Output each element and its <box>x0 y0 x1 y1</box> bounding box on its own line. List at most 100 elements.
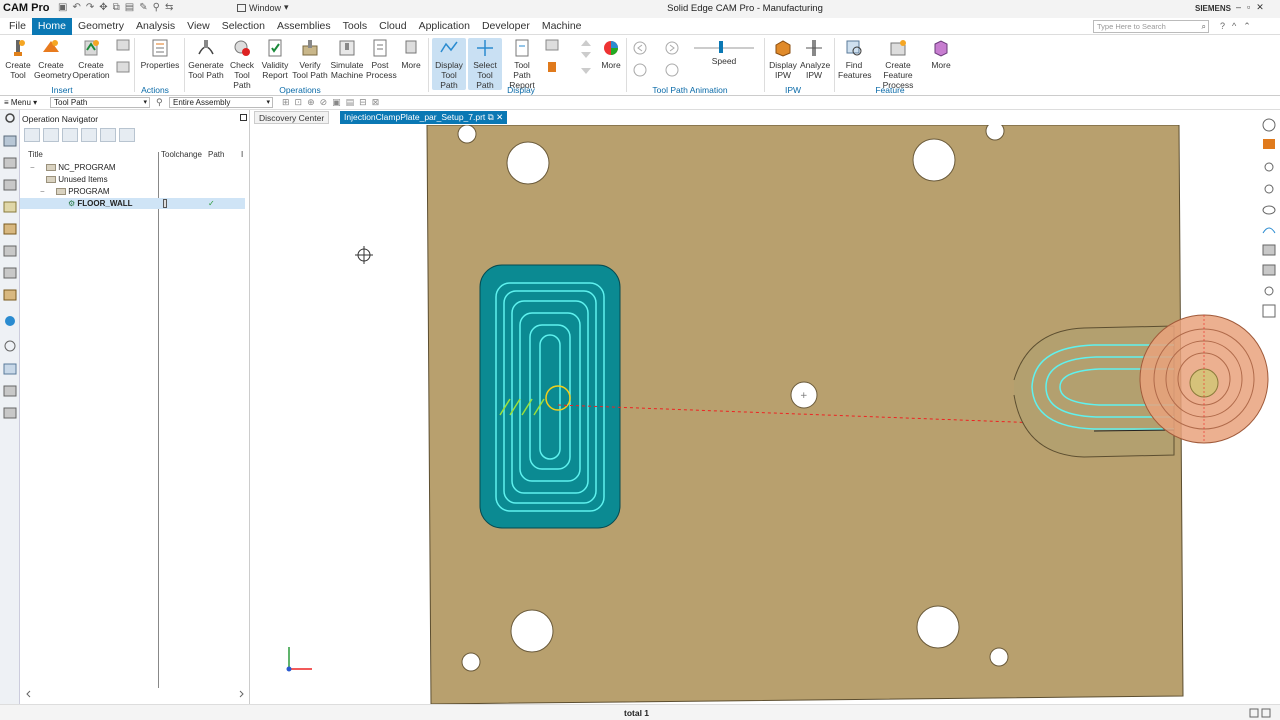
tree-item-program[interactable]: − PROGRAM <box>20 186 245 197</box>
collapse-ribbon-icon[interactable]: ^ <box>1232 21 1236 32</box>
geometry-view-icon[interactable] <box>62 128 78 142</box>
tab-part-file[interactable]: InjectionClampPlate_par_Setup_7.prt ⧉ ✕ <box>340 111 508 124</box>
tree-item-floor-wall[interactable]: ⚙ FLOOR_WALL ✓ <box>20 198 245 209</box>
external-icon[interactable]: ⧉ <box>488 112 494 122</box>
vendor-logo: SIEMENS <box>1195 4 1232 13</box>
navigator-title: Operation Navigator <box>22 114 99 124</box>
simulate-machine-button[interactable]: Simulate Machine <box>330 38 364 80</box>
chevron-up-icon[interactable]: ⌃ <box>1243 21 1251 32</box>
menu-file[interactable]: File <box>3 18 32 35</box>
feature-view-icon[interactable] <box>100 128 116 142</box>
tool-icon <box>8 38 28 58</box>
help-icon[interactable]: ? <box>1220 21 1225 32</box>
method-view-icon[interactable] <box>81 128 97 142</box>
horizontal-scrollbar[interactable] <box>26 690 244 698</box>
help-icons: ? ^ ⌃ <box>1220 21 1251 32</box>
display-tool-path-button[interactable]: Display Tool Path <box>432 38 466 90</box>
properties-icon <box>150 38 170 58</box>
create-tool-button[interactable]: Create Tool <box>4 38 32 80</box>
crosshair-icon <box>355 246 373 264</box>
window-title: Solid Edge CAM Pro - Manufacturing <box>667 3 823 14</box>
create-operation-button[interactable]: Create Operation <box>72 38 110 80</box>
close-icon[interactable]: ✕ <box>496 112 503 122</box>
program-view-icon[interactable] <box>24 128 40 142</box>
search-input[interactable]: Type Here to Search ⌕ <box>1093 20 1209 33</box>
pocket-region <box>479 264 621 529</box>
group-operations: Operations <box>279 85 321 95</box>
tree-item-nc-program[interactable]: − NC_PROGRAM <box>20 162 245 173</box>
operation-icon <box>81 38 101 58</box>
collapse-icon[interactable]: − <box>40 186 45 197</box>
menu-analysis[interactable]: Analysis <box>130 18 181 35</box>
find-features-button[interactable]: Find Features <box>838 38 872 80</box>
group-display: Display <box>507 85 535 95</box>
display-extra-button[interactable] <box>542 38 562 72</box>
group-actions: Actions <box>141 85 169 95</box>
verify-tool-path-button[interactable]: Verify Tool Path <box>292 38 328 80</box>
more-display-button[interactable]: More <box>598 38 624 70</box>
properties-button[interactable]: Properties <box>140 38 180 70</box>
snap-icons[interactable]: ⊞⊡⊕⊘▣▤⊟⊠ <box>282 97 384 108</box>
restore-icon[interactable]: ▫ <box>1247 2 1250 13</box>
column-truncated[interactable]: I <box>241 150 243 159</box>
ribbon: Create Tool Create Geometry Create Opera… <box>0 35 1280 96</box>
type-filter-dropdown[interactable]: Tool Path ▾ <box>50 97 150 108</box>
play-icon <box>1262 118 1276 132</box>
menu-button[interactable]: ≡ Menu ▾ <box>4 98 37 107</box>
svg-text:+: + <box>800 391 808 401</box>
post-process-button[interactable]: Post Process <box>366 38 397 80</box>
feature-process-icon <box>888 38 908 58</box>
more-feature-button[interactable]: More <box>928 38 954 70</box>
menu-view[interactable]: View <box>181 18 216 35</box>
minimize-icon[interactable]: – <box>1236 2 1241 13</box>
hole <box>912 138 956 182</box>
pin-icon[interactable] <box>240 114 247 121</box>
insert-extra-button[interactable] <box>113 38 131 73</box>
create-geometry-button[interactable]: Create Geometry <box>34 38 71 80</box>
cube-icon <box>931 38 951 58</box>
select-tool-path-button[interactable]: Select Tool Path <box>468 38 502 90</box>
check-tool-path-button[interactable]: Check Tool Path <box>226 38 258 90</box>
close-icon[interactable]: ✕ <box>1256 2 1264 13</box>
column-toolchange[interactable]: Toolchange <box>161 150 202 159</box>
menu-application[interactable]: Application <box>413 18 476 35</box>
filter-icon[interactable]: ⚲ <box>156 97 163 108</box>
menu-cloud[interactable]: Cloud <box>373 18 412 35</box>
status-bar: total 1 <box>0 704 1280 720</box>
scope-dropdown[interactable]: Entire Assembly ▾ <box>169 97 273 108</box>
menu-selection[interactable]: Selection <box>216 18 271 35</box>
generate-path-icon <box>196 38 216 58</box>
machine-view-icon[interactable] <box>43 128 59 142</box>
tab-discovery-center[interactable]: Discovery Center <box>254 111 330 124</box>
more-operations-button[interactable]: More <box>398 38 424 70</box>
menu-developer[interactable]: Developer <box>476 18 536 35</box>
create-feature-process-button[interactable]: Create Feature Process <box>872 38 924 90</box>
filter-icon <box>542 38 562 72</box>
menu-assemblies[interactable]: Assemblies <box>271 18 337 35</box>
arrows-icon <box>576 38 596 74</box>
validity-report-button[interactable]: Validity Report <box>260 38 290 80</box>
display-ipw-button[interactable]: Display IPW <box>768 38 798 80</box>
arrows-button[interactable] <box>576 38 592 74</box>
collapse-icon[interactable]: − <box>30 162 35 173</box>
menu-geometry[interactable]: Geometry <box>72 18 130 35</box>
resource-bar <box>0 110 20 720</box>
menu-bar: File Home Geometry Analysis View Selecti… <box>0 17 1280 35</box>
coordinate-triad-icon <box>286 647 312 672</box>
graphics-viewport[interactable]: + <box>254 125 1280 704</box>
post-icon <box>370 38 390 58</box>
analyze-ipw-button[interactable]: Analyze IPW <box>800 38 830 80</box>
expand-view-icon[interactable] <box>119 128 135 142</box>
column-title[interactable]: Title <box>28 150 43 159</box>
folder-icon <box>56 188 66 196</box>
menu-home[interactable]: Home <box>31 17 72 35</box>
column-path[interactable]: Path <box>208 150 224 159</box>
menu-machine[interactable]: Machine <box>536 18 588 35</box>
tool-path-report-button[interactable]: Tool Path Report <box>505 38 539 90</box>
hole <box>461 652 481 672</box>
tree-item-unused-items[interactable]: Unused Items <box>20 174 245 185</box>
group-feature: Feature <box>875 85 905 95</box>
speed-slider[interactable]: Speed <box>692 38 756 66</box>
menu-tools[interactable]: Tools <box>337 18 374 35</box>
generate-tool-path-button[interactable]: Generate Tool Path <box>188 38 224 80</box>
